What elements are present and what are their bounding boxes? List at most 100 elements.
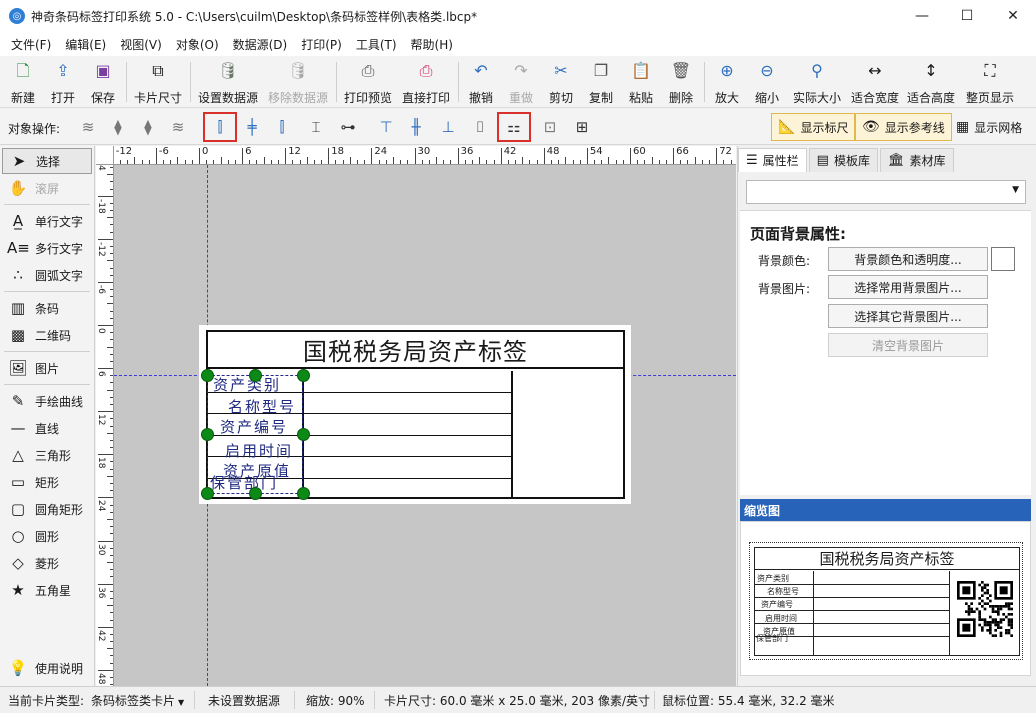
ruler-minor-tick [687, 160, 689, 164]
menu-datasource[interactable]: 数据源(D) [226, 36, 295, 53]
redo-button[interactable]: ↷ 重做 [506, 60, 536, 106]
set-datasource-button[interactable]: 🛢 设置数据源 [196, 60, 260, 106]
help-tool[interactable]: 💡 使用说明 [2, 655, 92, 681]
distribute-v-icon[interactable]: ⚏ [497, 112, 531, 142]
menu-object[interactable]: 对象(O) [169, 36, 226, 53]
line-tool[interactable]: — 直线 [2, 415, 92, 441]
bg-image-clear-button[interactable]: 清空背景图片 [828, 333, 988, 357]
resize-handle[interactable] [297, 369, 310, 382]
diamond-tool[interactable]: ◇ 菱形 [2, 550, 92, 576]
ruler-label: 48 [546, 146, 560, 157]
qrcode-tool[interactable]: ▩ 二维码 [2, 322, 92, 348]
show-ruler-toggle[interactable]: 📐 显示标尺 [771, 113, 856, 141]
tab-templates-label: 模板库 [833, 154, 870, 168]
actual-size-button[interactable]: ⚲ 实际大小 [790, 60, 844, 106]
show-grid-toggle[interactable]: ▦ 显示网格 [950, 113, 1028, 141]
maximize-button[interactable]: ☐ [944, 0, 990, 32]
single-text-tool[interactable]: A̲ 单行文字 [2, 208, 92, 234]
vertical-ruler[interactable]: -24 -18 -12 -6 0 6 12 18 24 30 36 42 48 [96, 165, 114, 686]
full-page-button[interactable]: ⛶ 整页显示 [964, 60, 1016, 106]
show-guides-toggle[interactable]: 👁 显示参考线 [855, 113, 952, 141]
zoom-in-button[interactable]: ⊕ 放大 [712, 60, 742, 106]
align-bottom-icon[interactable]: ⊥ [436, 115, 460, 139]
paste-button[interactable]: 📋 粘贴 [626, 60, 656, 106]
cut-button[interactable]: ✂ 剪切 [546, 60, 576, 106]
design-canvas[interactable]: 国税税务局资产标签 资产类别 名称型号 资产编号 启用时间 资产原值 保管部门 [114, 165, 736, 686]
resize-handle[interactable] [201, 369, 214, 382]
ruler-minor-tick [119, 160, 121, 164]
tab-properties[interactable]: ☰ 属性栏 [738, 148, 807, 172]
bring-front-icon[interactable]: ≋ [76, 115, 100, 139]
triangle-tool[interactable]: △ 三角形 [2, 442, 92, 468]
bg-color-button[interactable]: 背景颜色和透明度... [828, 247, 988, 271]
close-button[interactable]: ✕ [990, 0, 1036, 32]
open-button[interactable]: ⇪ 打开 [48, 60, 78, 106]
ungroup-icon[interactable]: ⊞ [570, 115, 594, 139]
tab-templates[interactable]: ▤ 模板库 [808, 148, 878, 172]
direct-print-button[interactable]: ⎙ 直接打印 [400, 60, 452, 106]
horizontal-ruler[interactable]: -12 -6 0 6 12 18 24 30 36 42 48 54 60 66 72 [114, 146, 736, 165]
star-tool[interactable]: ★ 五角星 [2, 577, 92, 603]
send-back-icon[interactable]: ≋ [166, 115, 190, 139]
menu-tools[interactable]: 工具(T) [349, 36, 404, 53]
delete-button[interactable]: 🗑 删除 [666, 60, 696, 106]
resize-handle[interactable] [297, 428, 310, 441]
menu-file[interactable]: 文件(F) [4, 36, 58, 53]
same-height-icon[interactable]: ⌷ [468, 115, 492, 139]
bg-color-swatch[interactable] [991, 247, 1015, 271]
align-center-v-icon[interactable]: ╫ [404, 115, 428, 139]
label-title[interactable]: 国税税务局资产标签 [208, 332, 623, 369]
same-width-icon[interactable]: ⌶ [304, 115, 328, 139]
status-separator [654, 691, 655, 709]
align-top-icon[interactable]: ⊤ [374, 115, 398, 139]
multi-text-tool[interactable]: A≡ 多行文字 [2, 235, 92, 261]
distribute-h-icon[interactable]: ⊶ [334, 115, 362, 139]
object-select-dropdown[interactable]: ▼ [746, 180, 1026, 204]
arc-text-tool[interactable]: ∴ 圆弧文字 [2, 262, 92, 288]
star-icon: ★ [11, 580, 25, 599]
minimize-button[interactable]: — [899, 0, 945, 32]
menu-edit[interactable]: 编辑(E) [58, 36, 113, 53]
circle-tool[interactable]: ○ 圆形 [2, 523, 92, 549]
card-type-dropdown[interactable]: 条码标签类卡片 ▼ [91, 692, 184, 709]
bg-image-common-button[interactable]: 选择常用背景图片... [828, 275, 988, 299]
save-button[interactable]: ▣ 保存 [88, 60, 118, 106]
resize-handle[interactable] [201, 487, 214, 500]
print-preview-button[interactable]: ⎙ 打印预览 [342, 60, 394, 106]
menu-view[interactable]: 视图(V) [113, 36, 169, 53]
group-icon[interactable]: ⊡ [538, 115, 562, 139]
fit-height-button[interactable]: ↕ 适合高度 [906, 60, 956, 106]
barcode-tool[interactable]: ▥ 条码 [2, 295, 92, 321]
card-size-button[interactable]: ⧉ 卡片尺寸 [132, 60, 184, 106]
label-card[interactable]: 国税税务局资产标签 资产类别 名称型号 资产编号 启用时间 资产原值 保管部门 [199, 325, 631, 504]
qr-module [986, 583, 989, 587]
new-button[interactable]: 🗋 新建 [8, 60, 38, 106]
ruler-minor-tick [306, 157, 308, 164]
copy-button[interactable]: ❐ 复制 [586, 60, 616, 106]
layer-up-icon[interactable]: ⧫ [106, 115, 130, 139]
menu-print[interactable]: 打印(P) [294, 36, 349, 53]
align-right-icon[interactable]: ⫿ [270, 115, 294, 139]
remove-datasource-button[interactable]: 🛢 移除数据源 [266, 60, 330, 106]
layer-down-icon[interactable]: ⧫ [136, 115, 160, 139]
ruler-minor-tick [622, 160, 624, 164]
resize-handle[interactable] [201, 428, 214, 441]
image-tool[interactable]: 🖼 图片 [2, 355, 92, 381]
align-left-icon[interactable]: ⫿ [203, 112, 237, 142]
menu-help[interactable]: 帮助(H) [404, 36, 460, 53]
freehand-tool[interactable]: ✎ 手绘曲线 [2, 388, 92, 414]
zoom-out-button[interactable]: ⊖ 缩小 [752, 60, 782, 106]
resize-handle[interactable] [249, 487, 262, 500]
resize-handle[interactable] [297, 487, 310, 500]
undo-button[interactable]: ↶ 撤销 [466, 60, 496, 106]
align-center-h-icon[interactable]: ╪ [240, 115, 264, 139]
tab-materials[interactable]: 🏛 素材库 [879, 148, 954, 172]
resize-handle[interactable] [249, 369, 262, 382]
select-tool[interactable]: ➤ 选择 [2, 148, 92, 174]
scroll-tool[interactable]: ✋ 滚屏 [2, 175, 92, 201]
rectangle-tool[interactable]: ▭ 矩形 [2, 469, 92, 495]
bg-image-other-button[interactable]: 选择其它背景图片... [828, 304, 988, 328]
fit-width-button[interactable]: ↔ 适合宽度 [850, 60, 900, 106]
undo-label: 撤销 [468, 91, 493, 105]
rounded-rect-tool[interactable]: ▢ 圆角矩形 [2, 496, 92, 522]
